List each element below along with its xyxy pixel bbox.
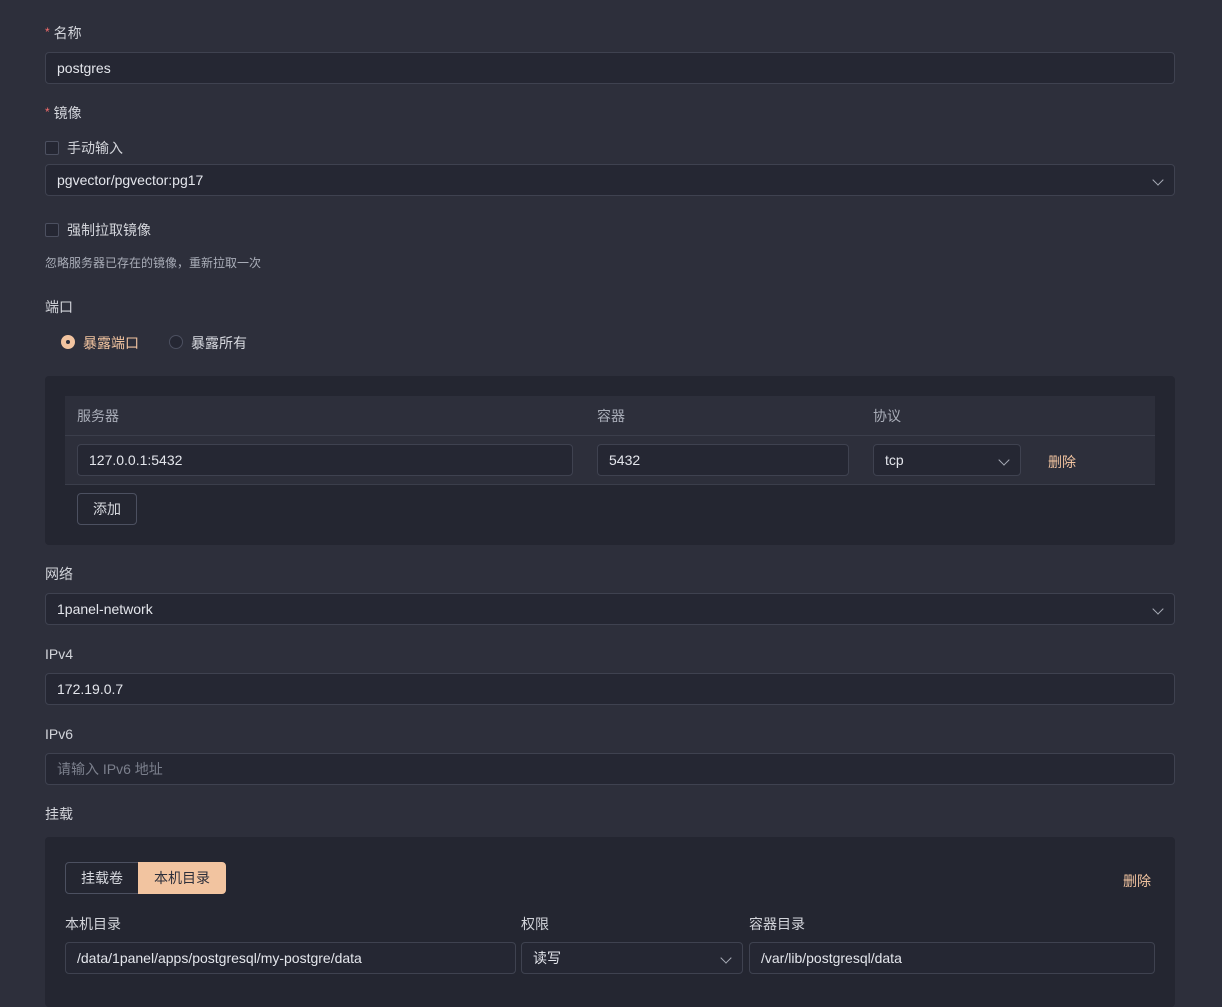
name-input[interactable]: postgres [45,52,1175,84]
radio-expose-all-label[interactable]: 暴露所有 [191,333,247,353]
force-pull-checkbox[interactable] [45,223,59,237]
tab-volume[interactable]: 挂载卷 [65,862,139,894]
manual-input-checkbox[interactable] [45,141,59,155]
name-label: * 名称 [45,25,82,41]
ipv6-input[interactable]: 请输入 IPv6 地址 [45,753,1175,785]
ipv4-label: IPv4 [45,646,74,662]
tab-host-dir[interactable]: 本机目录 [138,862,226,894]
mount-col-permission: 权限 [521,916,549,932]
table-row: 127.0.0.1:5432 5432 tcp 删除 [65,436,1155,485]
ipv4-input[interactable]: 172.19.0.7 [45,673,1175,705]
port-table-header: 服务器 容器 协议 [65,396,1155,436]
port-protocol-select[interactable]: tcp [873,444,1021,476]
required-mark: * [45,105,50,119]
required-mark: * [45,25,50,39]
force-pull-hint: 忽略服务器已存在的镜像，重新拉取一次 [45,256,262,270]
mount-host-dir-input[interactable]: /data/1panel/apps/postgresql/my-postgre/… [65,942,516,974]
chevron-down-icon [1152,603,1164,615]
port-server-input[interactable]: 127.0.0.1:5432 [77,444,573,476]
mount-col-host-dir: 本机目录 [65,916,121,932]
ipv6-label: IPv6 [45,726,74,742]
manual-input-label: 手动输入 [67,140,123,156]
mount-label: 挂载 [45,806,73,822]
mount-permission-value: 读写 [533,950,561,966]
force-pull-label: 强制拉取镜像 [67,222,151,238]
chevron-down-icon [1152,174,1164,186]
mount-panel: 挂载卷 本机目录 删除 本机目录 权限 容器目录 /data/1panel/ap… [45,837,1175,1007]
port-panel: 服务器 容器 协议 127.0.0.1:5432 5432 tcp 删除 添加 [45,376,1175,545]
radio-expose-all[interactable] [169,335,183,349]
image-select[interactable]: pgvector/pgvector:pg17 [45,164,1175,196]
port-col-container: 容器 [597,408,625,424]
chevron-down-icon [998,454,1010,466]
mount-delete-button[interactable]: 删除 [1123,871,1151,891]
network-select-value: 1panel-network [57,601,153,617]
mount-container-dir-input[interactable]: /var/lib/postgresql/data [749,942,1155,974]
network-select[interactable]: 1panel-network [45,593,1175,625]
image-label: * 镜像 [45,105,82,121]
radio-expose-ports-label[interactable]: 暴露端口 [83,333,139,353]
image-select-value: pgvector/pgvector:pg17 [57,172,204,188]
port-add-button[interactable]: 添加 [77,493,137,525]
port-protocol-value: tcp [885,452,904,468]
port-col-server: 服务器 [77,408,119,424]
chevron-down-icon [720,952,732,964]
network-label: 网络 [45,566,73,582]
mount-permission-select[interactable]: 读写 [521,942,743,974]
port-label: 端口 [45,299,73,315]
port-container-input[interactable]: 5432 [597,444,849,476]
port-col-protocol: 协议 [873,408,901,424]
mount-col-container-dir: 容器目录 [749,916,805,932]
port-delete-button[interactable]: 删除 [1048,452,1076,472]
radio-expose-ports[interactable] [61,335,75,349]
